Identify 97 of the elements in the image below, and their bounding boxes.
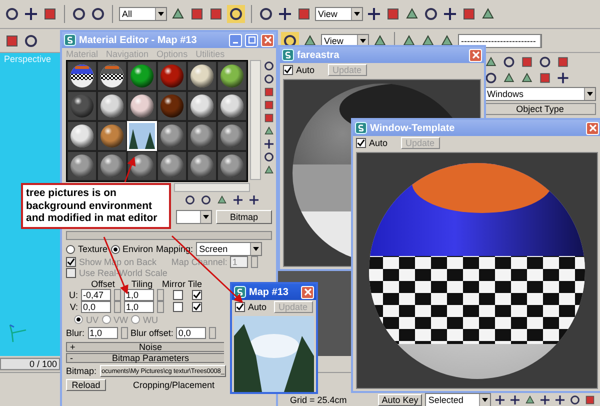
mirror-checkbox[interactable]	[173, 290, 183, 300]
scrollbar[interactable]	[250, 60, 261, 180]
checkmark-icon	[236, 303, 244, 311]
blur-offset-field[interactable]: 0,0	[176, 327, 206, 339]
radio-label: VW	[114, 314, 128, 324]
maximize-icon	[248, 36, 256, 44]
radio-button[interactable]	[131, 315, 140, 324]
material-slot[interactable]	[217, 151, 247, 181]
material-slot[interactable]	[157, 121, 187, 151]
material-slot[interactable]	[217, 121, 247, 151]
window-title: Material Editor - Map #13	[79, 34, 198, 46]
rollout-toggle[interactable]: +	[70, 342, 80, 352]
window-title: Map #13	[249, 286, 290, 298]
checkbox-label: Auto	[296, 65, 315, 75]
checkbox-label: Auto	[369, 138, 388, 148]
material-slot[interactable]	[67, 151, 97, 181]
rollout-title: Noise	[138, 342, 163, 352]
close-icon	[264, 36, 272, 44]
tiling-field[interactable]: 1,0	[124, 289, 154, 301]
radio-button[interactable]	[102, 315, 111, 324]
material-slot[interactable]	[97, 61, 127, 91]
window-title: fareastra	[297, 50, 340, 60]
axis-label: V:	[68, 302, 78, 312]
app-icon	[64, 34, 76, 46]
material-slot[interactable]	[187, 61, 217, 91]
auto-checkbox[interactable]	[356, 138, 366, 148]
tiling-field[interactable]: 1,0	[124, 301, 154, 313]
material-slot[interactable]	[127, 91, 157, 121]
rollout-toggle[interactable]: -	[70, 353, 80, 363]
tile-checkbox[interactable]	[192, 290, 202, 300]
radio-button[interactable]	[74, 315, 83, 324]
callout-arrow	[124, 156, 136, 182]
material-slot[interactable]	[187, 91, 217, 121]
offset-field[interactable]: -0,47	[81, 289, 111, 301]
radio-button[interactable]	[110, 244, 120, 254]
radio-button[interactable]	[66, 244, 75, 254]
mapping-dropdown[interactable]: Screen	[196, 242, 262, 256]
material-slot[interactable]	[127, 151, 157, 181]
selection-filter-dropdown[interactable]: All	[119, 7, 167, 21]
radio-label: Environ	[122, 244, 154, 254]
material-slot[interactable]	[157, 151, 187, 181]
checkmark-icon	[357, 139, 365, 147]
rollout-title: Bitmap Parameters	[110, 353, 190, 363]
axis-label: U:	[68, 290, 78, 300]
checkmark-icon	[284, 66, 292, 74]
material-slot[interactable]	[97, 151, 127, 181]
mirror-checkbox[interactable]	[173, 302, 183, 312]
auto-checkbox[interactable]	[283, 65, 293, 75]
spinner-arrows-icon[interactable]	[251, 256, 258, 268]
column-header: Offset	[90, 278, 116, 288]
radio-label: UV	[86, 314, 99, 324]
category-dropdown[interactable]: Windows	[484, 87, 596, 101]
radio-label: WU	[143, 314, 158, 324]
callout-note: tree pictures is on background environment and modified in mat editor	[21, 183, 171, 228]
close-icon	[304, 288, 312, 296]
material-slot[interactable]	[127, 61, 157, 91]
material-slot[interactable]	[217, 61, 247, 91]
auto-key-button[interactable]: Auto Key	[378, 394, 422, 406]
scrollbar[interactable]	[174, 183, 250, 192]
auto-checkbox[interactable]	[235, 302, 245, 312]
app-icon	[282, 49, 294, 61]
app-icon	[355, 122, 367, 134]
material-slot[interactable]	[187, 151, 217, 181]
rollout-header[interactable]: Object Type	[484, 103, 596, 115]
map-name-dropdown[interactable]	[176, 210, 212, 224]
material-slot[interactable]	[67, 61, 97, 91]
checkbox-label: Auto	[248, 302, 267, 312]
radio-label: Texture	[78, 244, 108, 254]
close-icon	[588, 124, 596, 132]
column-header: Tiling	[130, 278, 154, 288]
material-slot[interactable]	[217, 91, 247, 121]
close-button[interactable]	[301, 286, 314, 298]
offset-field[interactable]: 0,0	[81, 301, 111, 313]
map-type-button[interactable]: Bitmap	[216, 210, 272, 224]
rollout-header[interactable]: - Bitmap Parameters	[66, 353, 224, 363]
material-slot[interactable]	[97, 121, 127, 151]
group-box-title: Cropping/Placement	[133, 380, 215, 390]
blur-field[interactable]: 1,0	[88, 327, 118, 339]
close-icon	[472, 51, 480, 59]
material-slot[interactable]	[97, 91, 127, 121]
viewport-label: Perspective	[4, 54, 52, 64]
material-slot[interactable]	[67, 121, 97, 151]
reference-coord-dropdown[interactable]: View	[315, 7, 363, 21]
bitmap-label: Bitmap:	[66, 366, 97, 376]
rollout-header[interactable]: + Noise	[66, 342, 224, 352]
app-icon	[234, 286, 246, 298]
grid-size-text: Grid = 25.4cm	[290, 395, 347, 405]
window-title: Window-Template	[370, 122, 456, 134]
tile-checkbox[interactable]	[192, 302, 202, 312]
column-header: Mirror Tile	[162, 278, 202, 288]
material-slot[interactable]	[187, 121, 217, 151]
blur-label: Blur:	[66, 328, 85, 338]
reload-button[interactable]: Reload	[66, 379, 106, 391]
key-filter-dropdown[interactable]: Selected	[425, 393, 492, 406]
checkmark-icon	[67, 258, 75, 266]
blur-offset-label: Blur offset:	[130, 328, 174, 338]
time-slider-thumb[interactable]: 0 / 100	[0, 358, 60, 370]
